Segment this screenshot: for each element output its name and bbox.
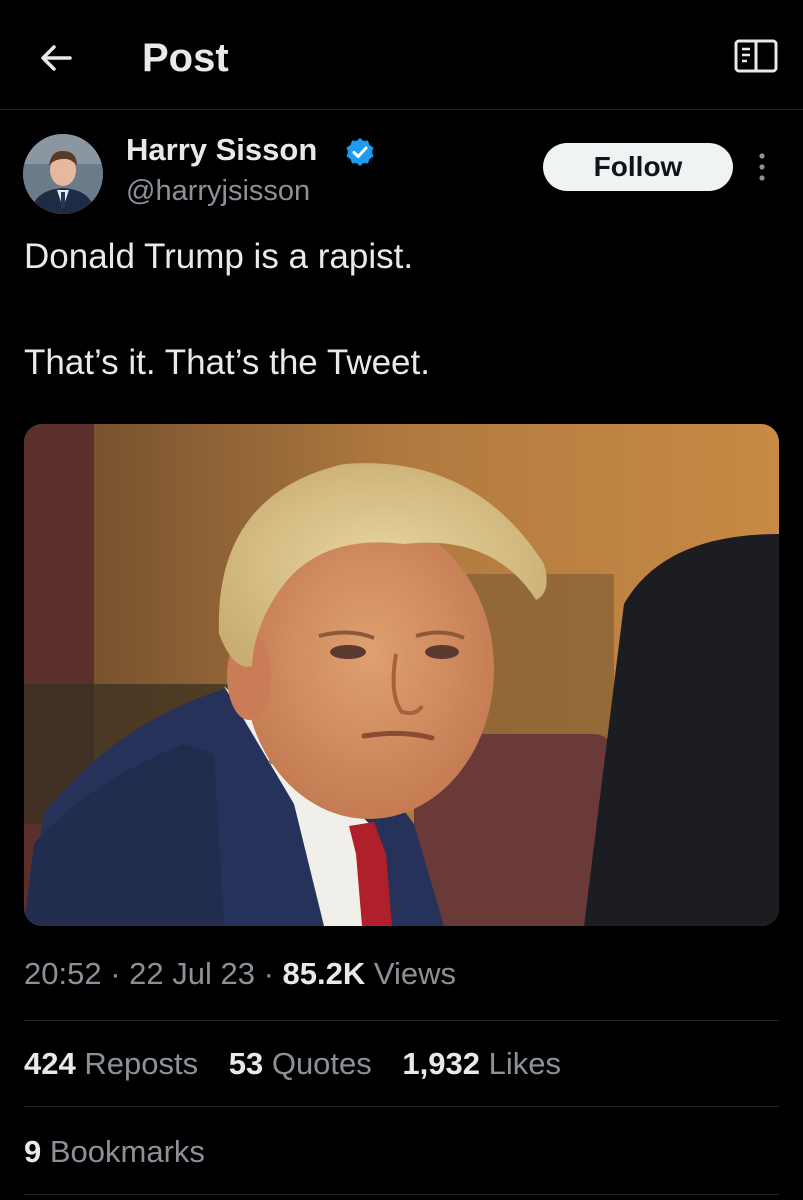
reposts-label: Reposts (84, 1046, 199, 1081)
post-date[interactable]: 22 Jul 23 (129, 956, 255, 991)
post-meta: 20:52 · 22 Jul 23 · 85.2K Views (24, 956, 456, 992)
likes-label: Likes (488, 1046, 561, 1081)
meta-separator: · (263, 956, 283, 991)
bookmarks-label: Bookmarks (49, 1134, 205, 1169)
post-time[interactable]: 20:52 (24, 956, 102, 991)
more-options-icon[interactable] (755, 150, 769, 186)
follow-button[interactable]: Follow (543, 143, 733, 191)
bookmarks-stat[interactable]: 9 Bookmarks (24, 1134, 205, 1170)
views-count: 85.2K (282, 956, 366, 991)
reader-mode-icon[interactable] (734, 38, 778, 74)
likes-count: 1,932 (402, 1046, 480, 1081)
author-name[interactable]: Harry Sisson (126, 132, 317, 168)
engagement-stats: 424 Reposts 53 Quotes 1,932 Likes (24, 1046, 583, 1082)
quotes-stat[interactable]: 53 Quotes (229, 1046, 372, 1081)
quotes-label: Quotes (271, 1046, 372, 1081)
likes-stat[interactable]: 1,932 Likes (402, 1046, 561, 1081)
post-text-line-1: Donald Trump is a rapist. (24, 237, 414, 276)
post-text-line-2: That’s it. That’s the Tweet. (24, 343, 430, 382)
divider (24, 1106, 779, 1107)
meta-separator: · (110, 956, 130, 991)
divider (24, 1194, 779, 1195)
author-handle[interactable]: @harryjsisson (126, 175, 310, 208)
post-image[interactable] (24, 424, 779, 926)
verified-badge-icon (344, 136, 376, 168)
arrow-left-icon[interactable] (36, 38, 76, 78)
reposts-stat[interactable]: 424 Reposts (24, 1046, 198, 1081)
reposts-count: 424 (24, 1046, 76, 1081)
bookmarks-count: 9 (24, 1134, 42, 1169)
page-title: Post (142, 36, 229, 80)
quotes-count: 53 (228, 1046, 264, 1081)
divider (24, 1020, 779, 1021)
top-bar: Post (0, 0, 803, 110)
avatar[interactable] (23, 134, 103, 214)
views-label: Views (373, 956, 457, 991)
